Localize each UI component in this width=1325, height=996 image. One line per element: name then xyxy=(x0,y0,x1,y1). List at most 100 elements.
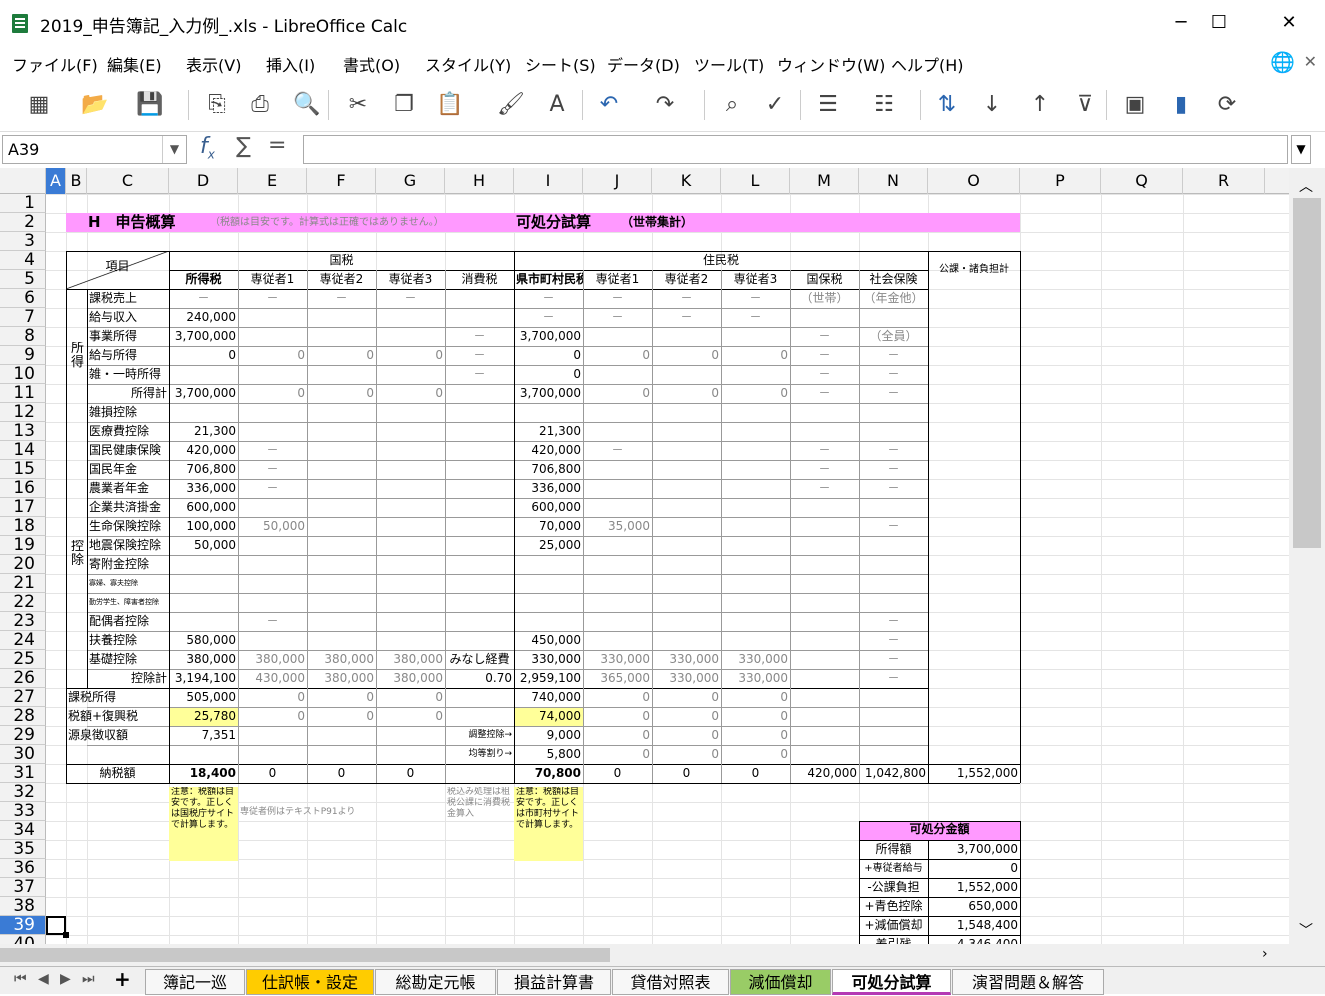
value-cell[interactable]: 3,194,100 xyxy=(169,669,238,688)
value-cell[interactable]: 3,700,000 xyxy=(514,384,583,403)
row-label[interactable]: 給与所得 xyxy=(87,346,169,365)
value-cell[interactable]: 240,000 xyxy=(169,308,238,327)
column-label[interactable]: 専従者3 xyxy=(376,270,445,289)
value-cell[interactable]: 380,000 xyxy=(169,650,238,669)
paste-icon[interactable]: 📋 xyxy=(433,88,467,122)
note-note_i[interactable]: 注意：税額は目安です。正しくは市町村サイトで計算します。 xyxy=(514,787,583,861)
value-cell[interactable]: 5,800 xyxy=(514,745,583,764)
next-sheet-icon[interactable]: ▶ xyxy=(60,971,71,987)
column-label[interactable]: 専従者1 xyxy=(583,270,652,289)
value-cell[interactable]: － xyxy=(859,460,928,479)
value-cell[interactable]: 0 xyxy=(583,384,652,403)
value-cell[interactable]: 0 xyxy=(652,726,721,745)
row-header-8[interactable]: 8 xyxy=(0,327,46,346)
value-cell[interactable]: 0 xyxy=(721,346,790,365)
open-icon[interactable]: 📂 xyxy=(78,88,112,122)
value-cell[interactable]: 74,000 xyxy=(514,707,583,726)
row-header-26[interactable]: 26 xyxy=(0,669,46,688)
note-e[interactable]: 専従者例はテキストP91より xyxy=(238,804,438,821)
row-label[interactable]: 事業所得 xyxy=(87,327,169,346)
value-cell[interactable]: 330,000 xyxy=(721,650,790,669)
row-header-30[interactable]: 30 xyxy=(0,745,46,764)
column-header-F[interactable]: F xyxy=(307,168,376,194)
sheet-tab-0[interactable]: 簿記一巡 xyxy=(145,969,245,995)
value-cell[interactable]: － xyxy=(583,441,652,460)
value-cell[interactable]: 0 xyxy=(652,384,721,403)
menu-1[interactable]: 編集(E) xyxy=(107,52,162,76)
value-cell[interactable]: － xyxy=(859,650,928,669)
value-cell[interactable]: 336,000 xyxy=(169,479,238,498)
value-cell[interactable]: 0 xyxy=(376,688,445,707)
value-cell[interactable]: － xyxy=(238,460,307,479)
value-cell[interactable]: 0 xyxy=(652,745,721,764)
value-cell[interactable]: － xyxy=(790,365,859,384)
value-cell[interactable]: （全員） xyxy=(859,327,928,346)
value-cell[interactable]: 3,700,000 xyxy=(169,384,238,403)
redo-icon[interactable]: ↷ xyxy=(648,88,682,122)
value-cell[interactable]: － xyxy=(790,479,859,498)
value-cell[interactable]: － xyxy=(376,289,445,308)
kasho-value[interactable]: 0 xyxy=(928,859,1020,878)
menu-2[interactable]: 表示(V) xyxy=(186,52,241,76)
row-header-5[interactable]: 5 xyxy=(0,270,46,289)
value-cell[interactable]: － xyxy=(790,441,859,460)
value-cell[interactable]: 0 xyxy=(583,726,652,745)
value-cell[interactable]: 430,000 xyxy=(238,669,307,688)
column-header-E[interactable]: E xyxy=(238,168,307,194)
menu-6[interactable]: シート(S) xyxy=(525,52,596,76)
export-pdf-icon[interactable]: ⎘ xyxy=(200,88,234,122)
value-cell[interactable]: 420,000 xyxy=(514,441,583,460)
kasho-label[interactable]: -公課負担 xyxy=(859,878,928,897)
menu-10[interactable]: ヘルプ(H) xyxy=(891,52,964,76)
note-note_d[interactable]: 注意：税額は目安です。正しくは国税庁サイトで計算します。 xyxy=(169,787,238,861)
value-cell[interactable]: 0 xyxy=(583,745,652,764)
cut-icon[interactable]: ✂ xyxy=(341,88,375,122)
value-cell[interactable]: 380,000 xyxy=(307,669,376,688)
row-header-14[interactable]: 14 xyxy=(0,441,46,460)
value-cell[interactable]: 380,000 xyxy=(238,650,307,669)
row-header-39[interactable]: 39 xyxy=(0,916,46,935)
column-header-R[interactable]: R xyxy=(1183,168,1265,194)
row-header-37[interactable]: 37 xyxy=(0,878,46,897)
row-label[interactable]: 源泉徴収額 xyxy=(66,726,169,745)
print-icon[interactable]: ⎙ xyxy=(243,88,277,122)
row-header-6[interactable]: 6 xyxy=(0,289,46,308)
kokai-header[interactable]: 公課・諸負担計 xyxy=(928,251,1020,289)
value-cell[interactable]: － xyxy=(652,289,721,308)
prev-sheet-icon[interactable]: ◀ xyxy=(38,971,49,987)
column-label[interactable]: 専従者3 xyxy=(721,270,790,289)
value-cell[interactable]: 0 xyxy=(514,365,583,384)
value-cell[interactable]: 365,000 xyxy=(583,669,652,688)
row-label[interactable]: 扶養控除 xyxy=(87,631,169,650)
tax-total-cell[interactable]: 70,800 xyxy=(514,764,583,783)
chevron-down-icon[interactable]: ▼ xyxy=(162,136,186,163)
row-header-4[interactable]: 4 xyxy=(0,251,46,270)
chart-icon[interactable]: ▮ xyxy=(1164,88,1198,122)
value-cell[interactable]: － xyxy=(859,479,928,498)
value-cell[interactable]: 3,700,000 xyxy=(514,327,583,346)
row-header-17[interactable]: 17 xyxy=(0,498,46,517)
value-cell[interactable]: 0 xyxy=(169,346,238,365)
new-icon[interactable]: ▦ xyxy=(22,88,56,122)
value-cell[interactable]: 100,000 xyxy=(169,517,238,536)
row-header-11[interactable]: 11 xyxy=(0,384,46,403)
kasho-label[interactable]: +青色控除 xyxy=(859,897,928,916)
value-cell[interactable]: － xyxy=(859,631,928,650)
value-cell[interactable]: － xyxy=(790,460,859,479)
value-cell[interactable]: 380,000 xyxy=(376,650,445,669)
value-cell[interactable]: － xyxy=(652,308,721,327)
value-cell[interactable]: － xyxy=(859,384,928,403)
column-header-C[interactable]: C xyxy=(87,168,169,194)
value-cell[interactable]: － xyxy=(583,308,652,327)
value-cell[interactable]: － xyxy=(238,289,307,308)
row-label[interactable]: 寡婦、寡夫控除 xyxy=(87,574,169,593)
sort-icon[interactable]: ⇅ xyxy=(930,88,964,122)
value-cell[interactable]: 420,000 xyxy=(169,441,238,460)
sheet-tab-6[interactable]: 可処分試算 xyxy=(832,969,951,995)
tax-total-cell[interactable]: 0 xyxy=(376,764,445,783)
column-label[interactable]: 専従者2 xyxy=(652,270,721,289)
kasho-value[interactable]: 3,700,000 xyxy=(928,840,1020,859)
value-cell[interactable]: 706,800 xyxy=(514,460,583,479)
kasho-label[interactable]: 差引残 xyxy=(859,935,928,944)
row-label[interactable]: 給与収入 xyxy=(87,308,169,327)
